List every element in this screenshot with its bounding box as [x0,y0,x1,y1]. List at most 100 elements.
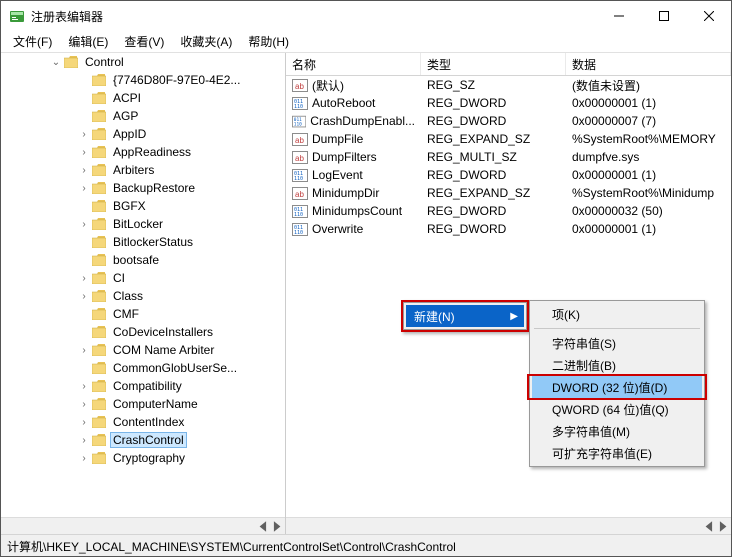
tree-node[interactable]: › COM Name Arbiter [1,341,285,359]
value-data: 0x00000032 (50) [566,204,731,218]
menu-item[interactable]: 文件(F) [7,31,58,52]
value-data: (数值未设置) [566,77,731,94]
menu-item[interactable]: QWORD (64 位)值(Q) [532,398,702,420]
folder-icon [91,91,107,105]
twisty-icon[interactable]: › [77,165,91,176]
close-button[interactable] [686,1,731,31]
tree-node-label: AppID [111,127,148,141]
tree-node[interactable]: ›Class [1,287,285,305]
value-type: REG_DWORD [421,222,566,236]
tree-node-label: COM Name Arbiter [111,343,216,357]
tree-node[interactable]: {7746D80F-97E0-4E2... [1,71,285,89]
tree-node[interactable]: ACPI [1,89,285,107]
tree-node[interactable]: › Arbiters [1,161,285,179]
tree-node[interactable]: bootsafe [1,251,285,269]
tree-node[interactable]: › Compatibility [1,377,285,395]
twisty-icon[interactable]: › [77,417,91,428]
twisty-icon[interactable]: › [77,291,91,302]
tree-node[interactable]: CMF [1,305,285,323]
value-row[interactable]: ab(默认)REG_SZ(数值未设置) [286,76,731,94]
tree-node[interactable]: › AppID [1,125,285,143]
twisty-icon[interactable]: › [77,453,91,464]
value-row[interactable]: 011110MinidumpsCountREG_DWORD0x00000032 … [286,202,731,220]
twisty-icon[interactable]: › [77,381,91,392]
minimize-button[interactable] [596,1,641,31]
tree-scrollbar-h[interactable] [1,517,285,534]
svg-text:110: 110 [294,121,302,127]
tree-node-label: {7746D80F-97E0-4E2... [111,73,242,87]
twisty-expanded-icon[interactable]: ⌄ [49,57,63,68]
col-header-data[interactable]: 数据 [566,53,731,75]
menu-item[interactable]: 多字符串值(M) [532,420,702,442]
folder-icon [91,217,107,231]
menu-item[interactable]: 字符串值(S) [532,332,702,354]
svg-text:110: 110 [294,230,303,236]
value-type: REG_DWORD [421,204,566,218]
tree-node[interactable]: › ContentIndex [1,413,285,431]
value-row[interactable]: abDumpFileREG_EXPAND_SZ%SystemRoot%\MEMO… [286,130,731,148]
value-type-icon: 011110 [292,95,308,111]
twisty-icon[interactable]: › [77,435,91,446]
tree-body[interactable]: ⌄Control{7746D80F-97E0-4E2...ACPIAGP›App… [1,53,285,517]
submenu-item-label: 新建(N) [414,308,455,325]
value-row[interactable]: 011110CrashDumpEnabl...REG_DWORD0x000000… [286,112,731,130]
twisty-icon[interactable]: › [77,147,91,158]
value-type-icon: ab [292,77,308,93]
tree-node[interactable]: CommonGlobUserSe... [1,359,285,377]
tree-node-label: ContentIndex [111,415,186,429]
col-header-name[interactable]: 名称 [286,53,421,75]
col-header-type[interactable]: 类型 [421,53,566,75]
tree-node-label: ACPI [111,91,143,105]
tree-node[interactable]: ›BitLocker [1,215,285,233]
tree-node[interactable]: ›CI [1,269,285,287]
menu-item[interactable]: 收藏夹(A) [174,31,238,52]
svg-text:ab: ab [295,154,304,163]
tree-node-label: Arbiters [111,163,156,177]
list-scrollbar-h[interactable] [286,517,731,534]
folder-icon [91,127,107,141]
menu-item[interactable]: 项(K) [532,303,702,325]
value-data: 0x00000001 (1) [566,96,731,110]
twisty-icon[interactable]: › [77,345,91,356]
menu-item[interactable]: DWORD (32 位)值(D) [532,376,702,398]
folder-icon [91,433,107,447]
titlebar: 注册表编辑器 [1,1,731,31]
value-row[interactable]: 011110OverwriteREG_DWORD0x00000001 (1) [286,220,731,238]
tree-node-label: Compatibility [111,379,184,393]
submenu-item-new[interactable]: 新建(N) ▶ [406,305,524,327]
tree-node[interactable]: ›Cryptography [1,449,285,467]
menu-item[interactable]: 编辑(E) [62,31,114,52]
menubar: 文件(F)编辑(E)查看(V)收藏夹(A)帮助(H) [1,31,731,53]
value-row[interactable]: 011110LogEventREG_DWORD0x00000001 (1) [286,166,731,184]
value-row[interactable]: abDumpFiltersREG_MULTI_SZdumpfve.sys [286,148,731,166]
twisty-icon[interactable]: › [77,183,91,194]
folder-icon [91,379,107,393]
menu-item[interactable]: 可扩充字符串值(E) [532,442,702,464]
tree-node[interactable]: ›BackupRestore [1,179,285,197]
tree-node[interactable]: AGP [1,107,285,125]
context-submenu-new: 新建(N) ▶ [401,300,529,332]
tree-node-control[interactable]: ⌄Control [1,53,285,71]
twisty-icon[interactable]: › [77,399,91,410]
folder-icon [91,343,107,357]
twisty-icon[interactable]: › [77,129,91,140]
menu-item[interactable]: 二进制值(B) [532,354,702,376]
value-row[interactable]: 011110AutoRebootREG_DWORD0x00000001 (1) [286,94,731,112]
tree-node[interactable]: ›AppReadiness [1,143,285,161]
value-row[interactable]: abMinidumpDirREG_EXPAND_SZ%SystemRoot%\M… [286,184,731,202]
value-data: dumpfve.sys [566,150,731,164]
tree-node-label: AGP [111,109,140,123]
tree-node[interactable]: ›ComputerName [1,395,285,413]
tree-node-label: CMF [111,307,141,321]
menu-item[interactable]: 帮助(H) [242,31,295,52]
status-path: 计算机\HKEY_LOCAL_MACHINE\SYSTEM\CurrentCon… [7,540,456,554]
tree-node[interactable]: ›CrashControl [1,431,285,449]
tree-node[interactable]: CoDeviceInstallers [1,323,285,341]
maximize-button[interactable] [641,1,686,31]
twisty-icon[interactable]: › [77,219,91,230]
twisty-icon[interactable]: › [77,273,91,284]
menu-item[interactable]: 查看(V) [118,31,170,52]
folder-icon [91,73,107,87]
tree-node[interactable]: BGFX [1,197,285,215]
tree-node[interactable]: BitlockerStatus [1,233,285,251]
